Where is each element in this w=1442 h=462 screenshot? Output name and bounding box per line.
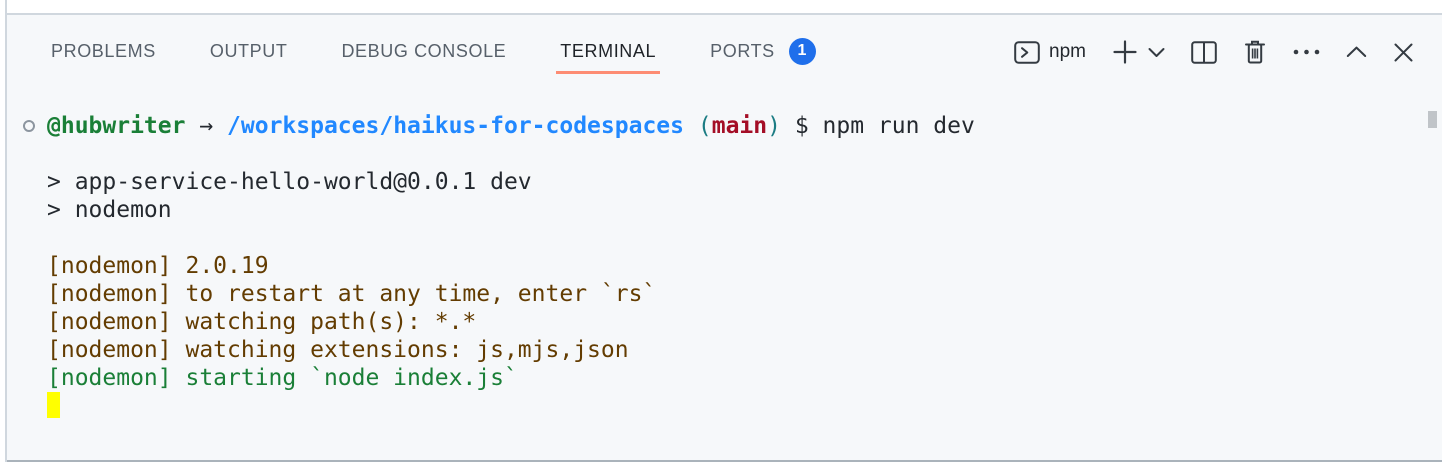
bottom-panel: PROBLEMS OUTPUT DEBUG CONSOLE TERMINAL P… [7, 13, 1442, 462]
command-decoration-circle-icon[interactable] [23, 120, 35, 132]
panel-left-border [5, 0, 7, 462]
terminal-icon [1014, 41, 1040, 64]
close-panel-x-icon[interactable] [1393, 42, 1414, 63]
tab-output[interactable]: OUTPUT [206, 31, 292, 74]
tab-problems-label: PROBLEMS [51, 41, 156, 62]
terminal-lines: @hubwriter → /workspaces/haikus-for-code… [47, 112, 1442, 420]
terminal-cursor [47, 392, 60, 418]
scrollbar-thumb[interactable] [1428, 111, 1437, 128]
terminal-line: > app-service-hello-world@0.0.1 dev [47, 168, 1442, 196]
terminal-line: [nodemon] starting `node index.js` [47, 364, 1442, 392]
terminal-output-area[interactable]: @hubwriter → /workspaces/haikus-for-code… [7, 112, 1442, 420]
terminal-actions: npm [1014, 39, 1414, 65]
tab-problems[interactable]: PROBLEMS [47, 31, 160, 74]
terminal-line: [nodemon] 2.0.19 [47, 252, 1442, 280]
terminal-line: > nodemon [47, 196, 1442, 224]
tab-terminal[interactable]: TERMINAL [556, 31, 660, 74]
tab-ports-label: PORTS [710, 41, 775, 62]
terminal-line: [nodemon] watching path(s): *.* [47, 308, 1442, 336]
terminal-line: [nodemon] watching extensions: js,mjs,js… [47, 336, 1442, 364]
terminal-line: [nodemon] to restart at any time, enter … [47, 280, 1442, 308]
tab-terminal-label: TERMINAL [560, 41, 656, 62]
more-actions-ellipsis-icon[interactable] [1293, 49, 1320, 55]
panel-tabs: PROBLEMS OUTPUT DEBUG CONSOLE TERMINAL P… [47, 28, 820, 77]
split-terminal-icon[interactable] [1191, 41, 1217, 64]
panel-header: PROBLEMS OUTPUT DEBUG CONSOLE TERMINAL P… [7, 15, 1442, 89]
tab-ports[interactable]: PORTS 1 [706, 28, 820, 77]
active-terminal-item[interactable]: npm [1014, 41, 1086, 64]
terminal-line [47, 140, 1442, 168]
ports-count-badge: 1 [789, 38, 816, 65]
maximize-panel-chevron-up-icon[interactable] [1346, 46, 1367, 58]
launch-profile-chevron-down-icon[interactable] [1148, 47, 1165, 58]
tab-debug-console[interactable]: DEBUG CONSOLE [337, 31, 510, 74]
tab-output-label: OUTPUT [210, 41, 288, 62]
terminal-line: @hubwriter → /workspaces/haikus-for-code… [47, 112, 1442, 140]
tab-debug-console-label: DEBUG CONSOLE [341, 41, 506, 62]
terminal-line [47, 224, 1442, 252]
kill-terminal-trash-icon[interactable] [1243, 39, 1267, 65]
new-terminal-plus-icon[interactable] [1112, 39, 1138, 65]
new-terminal-group [1112, 39, 1165, 65]
active-terminal-label: npm [1049, 41, 1086, 63]
terminal-line [47, 392, 1442, 420]
